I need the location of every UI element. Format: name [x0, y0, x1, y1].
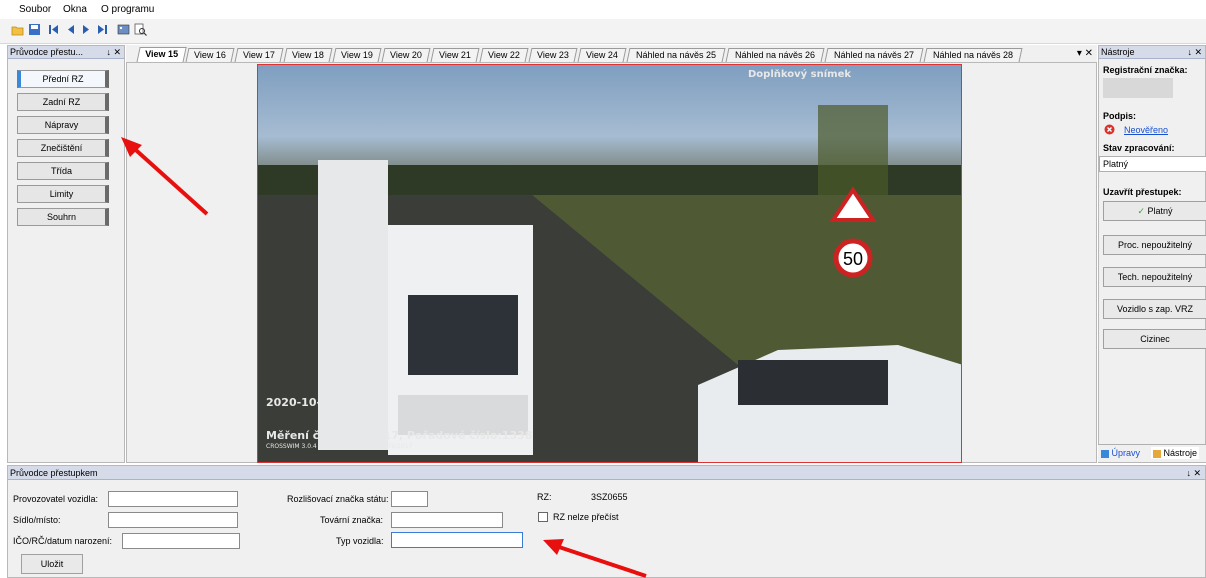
vehicle-type-input[interactable]	[391, 532, 523, 548]
axles-button[interactable]: Nápravy	[17, 116, 109, 134]
operator-input[interactable]	[108, 491, 238, 507]
vehicle-type-label: Typ vozidla:	[336, 536, 384, 546]
valid-button[interactable]: ✓ Platný	[1103, 201, 1206, 221]
left-guide-panel: Průvodce přestu... ↓ ✕ Přední RZ Zadní R…	[7, 45, 125, 463]
tab-view-22[interactable]: View 22	[479, 48, 529, 62]
check-icon: ✓	[1137, 206, 1145, 216]
save-button[interactable]: Uložit	[21, 554, 83, 574]
tab-trailer-preview-27[interactable]: Náhled na návěs 27	[824, 48, 924, 62]
photo-measurement: Měření číslo:8711917, Pořadové číslo:133…	[266, 429, 533, 442]
photo-timestamp: 2020-10-01 17:34	[266, 396, 376, 409]
front-plate-button[interactable]: Přední RZ	[17, 70, 109, 88]
next-icon[interactable]	[80, 23, 93, 36]
tab-tools[interactable]: Nástroje	[1151, 447, 1200, 459]
id-input[interactable]	[122, 533, 240, 549]
preview-icon[interactable]	[134, 23, 147, 36]
close-offense-label: Uzavřít přestupek:	[1103, 187, 1182, 197]
seat-label: Sídlo/místo:	[13, 515, 61, 525]
photo-device: CROSSWIM 3.0.4 výrobní číslo zařízení:17…	[266, 443, 413, 450]
tab-edits[interactable]: Úpravy	[1101, 448, 1140, 458]
processing-value: Platný	[1103, 159, 1129, 169]
tab-view-18[interactable]: View 18	[283, 48, 333, 62]
tab-trailer-preview-25[interactable]: Náhled na návěs 25	[626, 48, 726, 62]
state-code-input[interactable]	[391, 491, 428, 507]
tools-panel-title: Nástroje ↓ ✕	[1099, 46, 1205, 59]
menu-windows[interactable]: Okna	[63, 4, 87, 15]
tab-view-15[interactable]: View 15	[136, 47, 187, 63]
rz-label: RZ:	[537, 492, 552, 502]
bottom-pin-close-icon[interactable]: ↓ ✕	[1186, 466, 1201, 480]
pin-close-icon[interactable]: ↓ ✕	[106, 46, 121, 59]
tab-view-21[interactable]: View 21	[430, 48, 480, 62]
processing-select[interactable]: Platný	[1099, 156, 1206, 172]
tools-panel: Nástroje ↓ ✕ Registrační značka: Podpis:…	[1098, 45, 1206, 463]
limits-button[interactable]: Limity	[17, 185, 109, 203]
seat-input[interactable]	[108, 512, 238, 528]
view-tab-bar: View 15 View 16 View 17 View 18 View 19 …	[126, 45, 1097, 63]
speed-limit-sign: 50	[843, 249, 863, 269]
annotation-arrow-bottom	[543, 539, 647, 578]
rz-value: 3SZ0655	[591, 492, 628, 502]
plate-crop-image	[1103, 78, 1173, 98]
soiling-button[interactable]: Znečištění	[17, 139, 109, 157]
valid-button-label: Platný	[1147, 206, 1173, 216]
last-icon[interactable]	[96, 23, 109, 36]
annotation-arrow-left	[121, 137, 209, 216]
image-icon[interactable]	[117, 23, 130, 36]
summary-button[interactable]: Souhrn	[17, 208, 109, 226]
edits-icon	[1101, 449, 1109, 458]
menu-about[interactable]: O programu	[101, 4, 154, 15]
tab-view-19[interactable]: View 19	[332, 48, 382, 62]
tab-trailer-preview-26[interactable]: Náhled na návěs 26	[725, 48, 825, 62]
tab-view-16[interactable]: View 16	[185, 48, 235, 62]
bottom-panel-title: Průvodce přestupkem ↓ ✕	[8, 466, 1205, 480]
id-label: IČO/RČ/datum narození:	[13, 536, 113, 546]
tab-trailer-preview-28[interactable]: Náhled na návěs 28	[923, 48, 1023, 62]
left-panel-title-text: Průvodce přestu...	[10, 47, 84, 57]
tab-menu-close-icon[interactable]: ▾ ✕	[1077, 48, 1093, 59]
tools-pin-close-icon[interactable]: ↓ ✕	[1187, 46, 1202, 59]
class-button[interactable]: Třída	[17, 162, 109, 180]
menu-file[interactable]: Soubor	[19, 4, 51, 15]
brand-input[interactable]	[391, 512, 503, 528]
rear-plate-button[interactable]: Zadní RZ	[17, 93, 109, 111]
plate-unreadable-checkbox[interactable]	[538, 512, 548, 522]
tools-panel-title-text: Nástroje	[1101, 47, 1135, 57]
plate-unreadable-label: RZ nelze přečíst	[553, 512, 619, 522]
bottom-panel-title-text: Průvodce přestupkem	[10, 468, 98, 478]
save-icon[interactable]	[28, 23, 41, 36]
tab-view-24[interactable]: View 24	[577, 48, 627, 62]
operator-label: Provozovatel vozidla:	[13, 494, 99, 504]
tab-view-23[interactable]: View 23	[528, 48, 578, 62]
signature-status-link[interactable]: Neověřeno	[1124, 125, 1168, 135]
first-icon[interactable]	[47, 23, 60, 36]
left-panel-title: Průvodce přestu... ↓ ✕	[8, 46, 124, 59]
camera-snapshot: 50 Doplňkový snímek 2020-10-01 17:34 Měř…	[257, 64, 962, 463]
previous-icon[interactable]	[64, 23, 77, 36]
tab-view-17[interactable]: View 17	[234, 48, 284, 62]
plate-label: Registrační značka:	[1103, 65, 1188, 75]
menu-bar: Soubor Okna O programu	[0, 0, 1206, 19]
photo-header: Doplňkový snímek	[748, 69, 851, 80]
signature-label: Podpis:	[1103, 111, 1136, 121]
state-code-label: Rozlišovací značka státu:	[287, 494, 389, 504]
tools-icon	[1153, 449, 1161, 458]
procedurally-unusable-button[interactable]: Proc. nepoužitelný	[1103, 235, 1206, 255]
open-folder-icon[interactable]	[11, 23, 24, 36]
tab-view-20[interactable]: View 20	[381, 48, 431, 62]
technically-unusable-button[interactable]: Tech. nepoužitelný	[1103, 267, 1206, 287]
right-panel-tabs: Úpravy Nástroje	[1098, 444, 1206, 462]
error-icon	[1104, 124, 1115, 135]
toolbar	[0, 19, 1206, 44]
foreigner-button[interactable]: Cizinec	[1103, 329, 1206, 349]
processing-label: Stav zpracování:	[1103, 143, 1175, 153]
vehicle-wanted-plate-button[interactable]: Vozidlo s zap. VRZ	[1103, 299, 1206, 319]
brand-label: Tovární značka:	[320, 515, 384, 525]
